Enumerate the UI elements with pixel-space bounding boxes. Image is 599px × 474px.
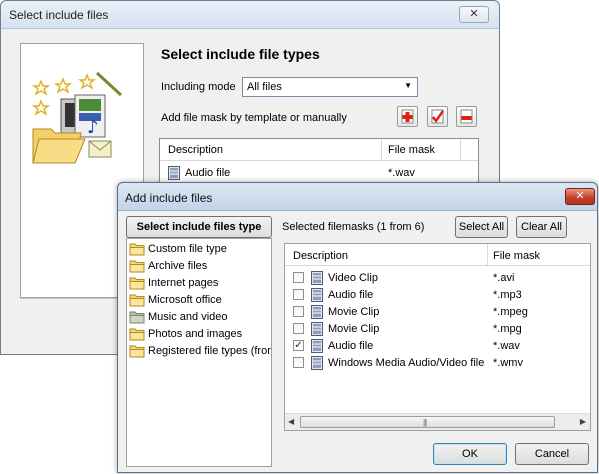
file-icon xyxy=(311,305,323,319)
folder-open-icon xyxy=(129,311,145,324)
category-item[interactable]: Archive files xyxy=(129,258,271,275)
category-label: Custom file type xyxy=(148,243,227,255)
cancel-button[interactable]: Cancel xyxy=(515,443,589,465)
category-label: Archive files xyxy=(148,260,208,272)
selected-filemasks-count: Selected filemasks (1 from 6) xyxy=(282,221,425,233)
row-checkbox[interactable] xyxy=(293,289,304,300)
row-checkbox[interactable] xyxy=(293,306,304,317)
row-checkbox[interactable] xyxy=(293,323,304,334)
row-description: Audio file xyxy=(328,340,374,352)
table-row[interactable]: Windows Media Audio/Video file *.wmv xyxy=(285,354,590,371)
edit-mask-button[interactable] xyxy=(427,106,448,127)
window-title: Select include files xyxy=(9,8,109,22)
select-files-type-header-button[interactable]: Select include files type xyxy=(126,216,272,238)
row-file-mask: *.wmv xyxy=(493,357,523,369)
folder-icon xyxy=(129,260,145,273)
file-icon xyxy=(311,339,323,353)
dialog-title-bar: Add include files ✕ xyxy=(118,183,597,211)
scrollbar-thumb[interactable]: ||| xyxy=(300,416,555,428)
including-mode-select[interactable]: All files ▼ xyxy=(242,77,418,97)
select-all-button[interactable]: Select All xyxy=(455,216,508,238)
category-label: Music and video xyxy=(148,311,228,323)
add-file-mask-label: Add file mask by template or manually xyxy=(161,112,347,124)
header-description: Description xyxy=(168,144,224,156)
scroll-left-arrow-icon[interactable]: ◀ xyxy=(288,417,294,426)
category-item[interactable]: Photos and images xyxy=(129,326,271,343)
category-item[interactable]: Custom file type xyxy=(129,241,271,258)
dialog-title: Add include files xyxy=(125,191,213,205)
row-description: Movie Clip xyxy=(328,323,380,335)
header-file-mask: File mask xyxy=(493,250,541,262)
row-file-mask: *.avi xyxy=(493,272,515,284)
header-divider xyxy=(487,244,488,266)
folder-icon xyxy=(129,277,145,290)
including-mode-value: All files xyxy=(247,81,282,93)
horizontal-scrollbar[interactable]: ◀ ||| ▶ xyxy=(285,413,590,430)
page-heading: Select include file types xyxy=(161,46,320,62)
category-label: Photos and images xyxy=(148,328,243,340)
folder-icon xyxy=(129,345,145,358)
folder-icon xyxy=(129,294,145,307)
table-row[interactable]: Video Clip *.avi xyxy=(285,269,590,286)
chevron-down-icon: ▼ xyxy=(404,81,412,90)
file-icon xyxy=(311,271,323,285)
header-description: Description xyxy=(293,250,349,262)
row-description: Audio file xyxy=(185,167,231,179)
category-item[interactable]: Registered file types (from w xyxy=(129,343,271,360)
row-file-mask: *.wav xyxy=(388,167,415,179)
checkmark-edit-icon xyxy=(431,109,444,124)
remove-icon xyxy=(460,109,473,124)
files-illustration-icon: ♪ xyxy=(31,71,123,164)
dialog-close-button[interactable]: ✕ xyxy=(565,188,595,205)
file-type-category-list[interactable]: Custom file type Archive files Internet … xyxy=(126,238,272,467)
row-description: Windows Media Audio/Video file xyxy=(328,357,485,369)
category-item[interactable]: Internet pages xyxy=(129,275,271,292)
svg-text:♪: ♪ xyxy=(87,117,99,138)
row-file-mask: *.mpeg xyxy=(493,306,528,318)
header-divider xyxy=(460,139,461,161)
table-row[interactable]: Movie Clip *.mpg xyxy=(285,320,590,337)
row-description: Movie Clip xyxy=(328,306,380,318)
table-row[interactable]: Audio file *.mp3 xyxy=(285,286,590,303)
category-label: Registered file types (from w xyxy=(148,345,271,357)
table-row[interactable]: ✓ Audio file *.wav xyxy=(285,337,590,354)
close-button[interactable]: ✕ xyxy=(459,6,489,23)
row-file-mask: *.mp3 xyxy=(493,289,522,301)
table-row[interactable]: Movie Clip *.mpeg xyxy=(285,303,590,320)
folder-icon xyxy=(129,328,145,341)
add-icon xyxy=(401,109,414,124)
row-checkbox[interactable] xyxy=(293,272,304,283)
row-file-mask: *.wav xyxy=(493,340,520,352)
grip-icon: ||| xyxy=(423,418,427,427)
add-mask-button[interactable] xyxy=(397,106,418,127)
scroll-right-arrow-icon[interactable]: ▶ xyxy=(580,417,586,426)
category-label: Microsoft office xyxy=(148,294,222,306)
file-icon xyxy=(311,356,323,370)
ok-button[interactable]: OK xyxy=(433,443,507,465)
folder-icon xyxy=(129,243,145,256)
including-mode-label: Including mode xyxy=(161,81,236,93)
file-masks-list[interactable]: Description File mask Video Clip *.avi A… xyxy=(284,243,591,431)
category-label: Internet pages xyxy=(148,277,219,289)
list-header: Description File mask xyxy=(160,139,478,161)
file-icon xyxy=(311,322,323,336)
category-item[interactable]: Microsoft office xyxy=(129,292,271,309)
row-description: Video Clip xyxy=(328,272,378,284)
title-bar: Select include files ✕ xyxy=(1,1,499,29)
row-checkbox-checked[interactable]: ✓ xyxy=(293,340,304,351)
clear-all-button[interactable]: Clear All xyxy=(516,216,567,238)
row-file-mask: *.mpg xyxy=(493,323,522,335)
category-item-selected[interactable]: Music and video xyxy=(129,309,271,326)
header-file-mask: File mask xyxy=(388,144,436,156)
header-divider xyxy=(381,139,382,161)
row-checkbox[interactable] xyxy=(293,357,304,368)
add-include-files-dialog: Add include files ✕ Select include files… xyxy=(117,182,598,473)
file-icon xyxy=(168,166,180,180)
list-header: Description File mask xyxy=(285,244,590,266)
row-description: Audio file xyxy=(328,289,374,301)
file-icon xyxy=(311,288,323,302)
remove-mask-button[interactable] xyxy=(456,106,477,127)
